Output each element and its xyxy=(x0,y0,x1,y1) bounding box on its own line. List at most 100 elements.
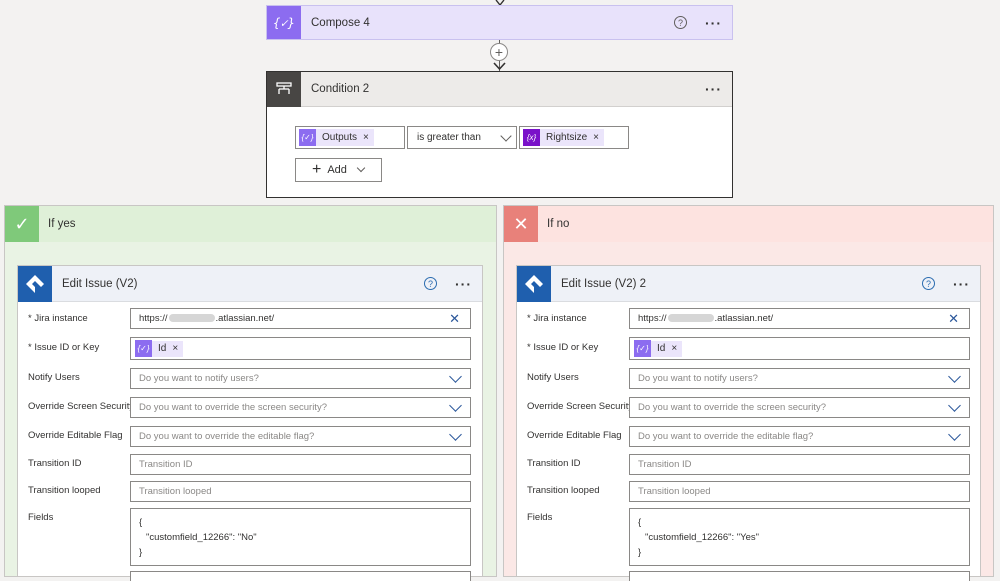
operator-dropdown[interactable]: is greater than xyxy=(407,126,517,149)
notify-users-dropdown[interactable]: Do you want to notify users? xyxy=(629,368,970,389)
condition-icon xyxy=(267,71,301,107)
field-row-jira: * Jira instance xyxy=(28,313,130,324)
condition-left-operand[interactable]: {✓} Outputs × xyxy=(295,126,405,149)
edit-issue-header[interactable]: Edit Issue (V2) 2 ? ··· xyxy=(517,265,980,302)
field-row-looped: Transition looped xyxy=(28,485,130,496)
placeholder: Transition ID xyxy=(638,459,692,470)
field-label: Override Editable Flag xyxy=(527,430,622,441)
chevron-down-icon xyxy=(948,427,961,441)
placeholder: Transition looped xyxy=(139,486,212,497)
add-label: Add xyxy=(327,164,347,176)
field-row-editable: Override Editable Flag xyxy=(527,430,629,441)
clear-icon[interactable]: ✕ xyxy=(449,311,460,327)
help-icon[interactable]: ? xyxy=(674,16,687,29)
condition-header[interactable]: Condition 2 ··· xyxy=(267,71,732,107)
transition-id-input[interactable]: Transition ID xyxy=(130,454,471,475)
jira-instance-input[interactable]: https:// .atlassian.net/ ✕ xyxy=(130,308,471,329)
token-label: Outputs xyxy=(322,132,358,143)
token-label: Rightsize xyxy=(546,132,588,143)
redacted-text xyxy=(667,314,714,323)
url-prefix: https:// xyxy=(139,313,168,324)
next-field-input[interactable] xyxy=(629,571,970,581)
close-icon: ✕ xyxy=(504,206,538,242)
field-row-screen: Override Screen Security xyxy=(28,401,130,412)
fields-json-editor[interactable]: { "customfield_12266": "Yes" } xyxy=(629,508,970,566)
outputs-token[interactable]: {✓} Outputs × xyxy=(299,129,374,146)
field-label: Override Screen Security xyxy=(527,401,629,412)
expression-icon: {✓} xyxy=(267,6,301,39)
transition-looped-input[interactable]: Transition looped xyxy=(629,481,970,502)
chevron-down-icon xyxy=(449,398,462,412)
chevron-down-icon xyxy=(500,129,512,142)
remove-token-icon[interactable]: × xyxy=(671,343,677,354)
rightsize-token[interactable]: {x} Rightsize × xyxy=(523,129,604,146)
branch-header-yes[interactable]: ✓ If yes xyxy=(5,206,496,242)
field-label: Override Editable Flag xyxy=(28,430,123,441)
placeholder: Do you want to override the screen secur… xyxy=(139,402,327,413)
field-label: Override Screen Security xyxy=(28,401,130,412)
chevron-down-icon xyxy=(449,427,462,441)
plus-icon: + xyxy=(312,161,322,178)
branch-header-no[interactable]: ✕ If no xyxy=(504,206,993,242)
placeholder: Do you want to override the screen secur… xyxy=(638,402,826,413)
condition-right-operand[interactable]: {x} Rightsize × xyxy=(519,126,629,149)
more-options-icon[interactable]: ··· xyxy=(953,276,970,292)
edit-issue-card-no[interactable]: Edit Issue (V2) 2 ? ··· * Jira instance … xyxy=(516,265,981,581)
chevron-down-icon xyxy=(356,163,366,173)
field-row-issue: * Issue ID or Key xyxy=(527,342,629,353)
transition-id-input[interactable]: Transition ID xyxy=(629,454,970,475)
insert-step-button[interactable]: + xyxy=(490,43,508,61)
clear-icon[interactable]: ✕ xyxy=(948,311,959,327)
branch-label: If yes xyxy=(48,218,76,230)
url-suffix: .atlassian.net/ xyxy=(714,313,774,324)
field-row-notify: Notify Users xyxy=(28,372,130,383)
expression-icon: {x} xyxy=(523,129,540,146)
id-token[interactable]: {✓} Id × xyxy=(135,340,184,357)
field-row-issue: * Issue ID or Key xyxy=(28,342,130,353)
field-label: * Issue ID or Key xyxy=(527,342,599,353)
field-label: Transition ID xyxy=(28,458,82,469)
add-condition-button[interactable]: + Add xyxy=(295,158,382,182)
json-brace: } xyxy=(139,547,143,558)
issue-id-input[interactable]: {✓} Id × xyxy=(629,337,970,360)
branch-label: If no xyxy=(547,218,570,230)
condition-title: Condition 2 xyxy=(311,83,370,95)
override-editable-flag-dropdown[interactable]: Do you want to override the editable fla… xyxy=(629,426,970,447)
next-field-input[interactable] xyxy=(130,571,471,581)
compose-action-card[interactable]: {✓} Compose 4 ? ··· xyxy=(266,5,733,40)
field-label: Transition ID xyxy=(527,458,581,469)
condition-card[interactable]: Condition 2 ··· {✓} Outputs × is greater… xyxy=(266,71,733,198)
override-screen-security-dropdown[interactable]: Do you want to override the screen secur… xyxy=(130,397,471,418)
edit-issue-header[interactable]: Edit Issue (V2) ? ··· xyxy=(18,265,482,302)
field-label: * Issue ID or Key xyxy=(28,342,100,353)
jira-instance-input[interactable]: https:// .atlassian.net/ ✕ xyxy=(629,308,970,329)
override-screen-security-dropdown[interactable]: Do you want to override the screen secur… xyxy=(629,397,970,418)
field-row-notify: Notify Users xyxy=(527,372,629,383)
more-options-icon[interactable]: ··· xyxy=(455,276,472,292)
more-options-icon[interactable]: ··· xyxy=(705,15,722,31)
url-prefix: https:// xyxy=(638,313,667,324)
help-icon[interactable]: ? xyxy=(424,277,437,290)
edit-issue-title: Edit Issue (V2) xyxy=(62,277,138,290)
notify-users-dropdown[interactable]: Do you want to notify users? xyxy=(130,368,471,389)
field-label: Fields xyxy=(527,512,553,523)
edit-issue-card-yes[interactable]: Edit Issue (V2) ? ··· * Jira instance ht… xyxy=(17,265,483,581)
compose-title: Compose 4 xyxy=(311,16,370,29)
field-label: Transition looped xyxy=(527,485,600,496)
help-icon[interactable]: ? xyxy=(922,277,935,290)
json-line: "customfield_12266": "No" xyxy=(146,532,257,543)
more-options-icon[interactable]: ··· xyxy=(705,81,722,97)
checkmark-icon: ✓ xyxy=(5,206,39,242)
field-row-looped: Transition looped xyxy=(527,485,629,496)
field-row-editable: Override Editable Flag xyxy=(28,430,130,441)
field-row-jira: * Jira instance xyxy=(527,313,629,324)
remove-token-icon[interactable]: × xyxy=(363,132,369,143)
override-editable-flag-dropdown[interactable]: Do you want to override the editable fla… xyxy=(130,426,471,447)
field-row-transition: Transition ID xyxy=(28,458,130,469)
fields-json-editor[interactable]: { "customfield_12266": "No" } xyxy=(130,508,471,566)
remove-token-icon[interactable]: × xyxy=(172,343,178,354)
id-token[interactable]: {✓} Id × xyxy=(634,340,683,357)
issue-id-input[interactable]: {✓} Id × xyxy=(130,337,471,360)
transition-looped-input[interactable]: Transition looped xyxy=(130,481,471,502)
remove-token-icon[interactable]: × xyxy=(593,132,599,143)
